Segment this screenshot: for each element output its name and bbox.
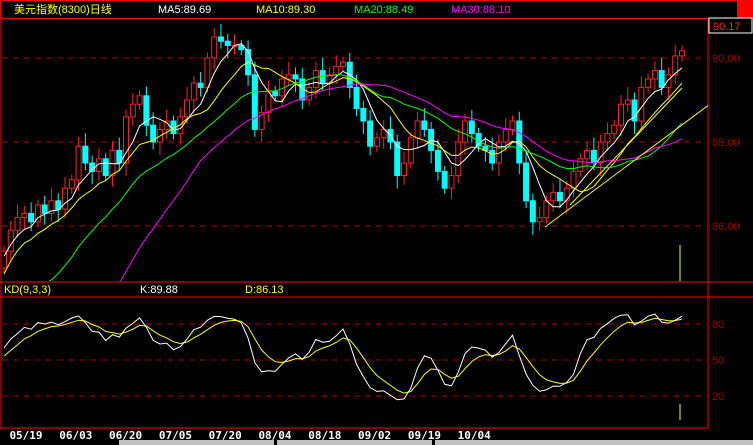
candle-down [523, 162, 530, 202]
candle-down [197, 82, 204, 88]
candle-down [41, 204, 48, 214]
candle-down [82, 145, 89, 164]
candle-up [184, 99, 191, 118]
price-tick-label: 90.00 [712, 53, 740, 65]
corner-marker [737, 1, 753, 18]
candle-down [421, 120, 428, 130]
candle-up [502, 128, 509, 143]
status-bar-segment-3 [435, 440, 753, 445]
candle-up [509, 120, 516, 130]
kd-k-value: K:89.88 [140, 284, 178, 296]
candle-up [577, 158, 584, 172]
date-tick-label: 06/03 [59, 429, 92, 442]
candle-down [292, 74, 299, 80]
candle-up [75, 145, 82, 181]
kd-k-line [3, 313, 683, 401]
candle-down [353, 86, 360, 109]
candle-up [312, 70, 319, 88]
candle-up [401, 162, 408, 177]
candle-up [407, 137, 414, 164]
candle-up [21, 212, 28, 219]
kd-d-value: D:86.13 [245, 284, 284, 296]
candle-up [665, 74, 672, 88]
kd-tick-label: 80 [712, 319, 724, 331]
candle-up [462, 120, 469, 143]
candle-up [340, 61, 346, 67]
candle-up [550, 191, 557, 202]
candle-up [204, 57, 211, 88]
candle-down [468, 120, 475, 135]
candle-up [285, 74, 292, 80]
candle-down [224, 40, 231, 46]
candle-up [584, 149, 591, 160]
candle-down [489, 149, 496, 164]
ma10-legend: MA10:89.30 [256, 4, 315, 16]
candle-up [617, 103, 624, 126]
candle-up [679, 50, 685, 57]
candle-down [441, 170, 448, 189]
candle-up [68, 179, 75, 189]
price-tick-label: 86.00 [712, 221, 740, 233]
candle-up [543, 200, 550, 219]
kd-tick-label: 50 [712, 355, 724, 367]
candle-up [638, 86, 645, 122]
chart-title: 美元指数(8300)日线 [14, 2, 112, 16]
candle-up [136, 95, 143, 105]
candle-up [129, 103, 136, 118]
status-bar-segment-2 [277, 440, 432, 445]
stock-chart[interactable]: 美元指数(8300)日线 MA5:89.69 MA10:89.30 MA20:8… [0, 0, 753, 445]
candle-up [604, 133, 611, 143]
candle-up [14, 217, 21, 231]
candle-up [109, 149, 116, 177]
candle-up [211, 36, 218, 59]
candle-up [414, 120, 421, 139]
candle-up [306, 86, 313, 101]
candle-up [536, 217, 543, 223]
ma30-line [119, 83, 683, 281]
candle-down [102, 158, 109, 177]
candle-up [611, 124, 618, 135]
ma5-line [3, 43, 683, 257]
candle-down [272, 91, 279, 97]
candle-up [373, 137, 380, 147]
candle-down [434, 149, 441, 172]
candlesticks [2, 24, 685, 274]
candle-up [190, 82, 197, 101]
ma5-legend: MA5:89.69 [158, 4, 211, 16]
candle-up [455, 141, 462, 177]
ma30-legend: MA30:88.10 [451, 4, 510, 16]
candle-down [590, 149, 597, 164]
candle-up [62, 187, 69, 210]
ma20-legend: MA20:88.49 [354, 4, 413, 16]
price-tick-label: 88.00 [712, 137, 740, 149]
candle-up [645, 78, 652, 88]
candle-down [251, 74, 258, 130]
axis-labels: 90.00 88.00 86.00 80 50 20 [712, 53, 740, 403]
candle-up [563, 187, 570, 202]
candle-down [529, 200, 536, 223]
candle-up [448, 175, 455, 189]
trend-lines [544, 87, 708, 228]
kd-tick-label: 20 [712, 391, 724, 403]
candle-up [651, 70, 658, 80]
current-price-label: 90.17 [713, 21, 741, 33]
candle-up [570, 170, 577, 189]
candle-down [658, 70, 665, 88]
status-bar-segment-1 [119, 440, 274, 445]
candle-down [28, 212, 35, 223]
kd-lines [3, 313, 683, 401]
date-tick-label: 05/19 [9, 429, 42, 442]
candle-down [367, 120, 374, 147]
kd-indicator-name: KD(9,3,3) [4, 284, 51, 296]
candle-down [217, 36, 224, 42]
candle-down [556, 191, 563, 202]
candle-up [624, 99, 631, 105]
trend-line-1 [544, 104, 708, 228]
candle-down [360, 107, 367, 122]
candle-up [333, 65, 340, 76]
